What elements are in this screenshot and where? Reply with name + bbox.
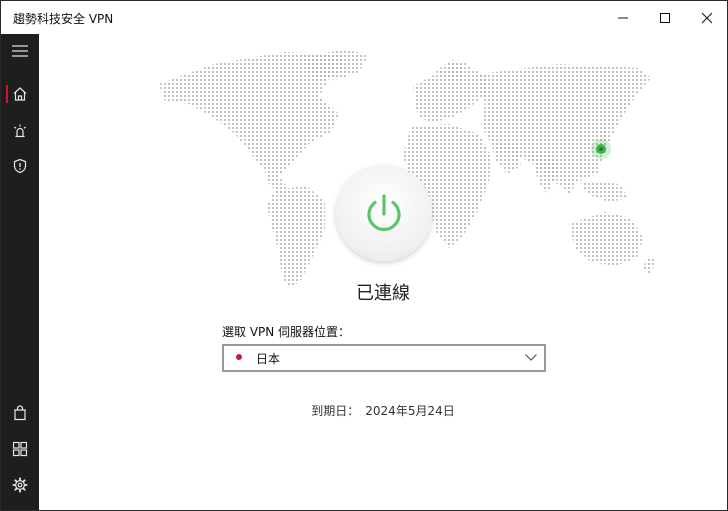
hamburger-menu-icon — [12, 45, 28, 57]
server-status-dot — [236, 354, 242, 360]
minimize-button[interactable] — [600, 1, 646, 34]
sidebar-item-store[interactable] — [1, 398, 39, 428]
grid-icon — [12, 441, 28, 457]
sidebar-item-home[interactable] — [1, 79, 39, 109]
sidebar-item-menu[interactable] — [1, 36, 39, 66]
sidebar-item-settings[interactable] — [1, 470, 39, 500]
expiry-label: 到期日： — [311, 404, 360, 418]
connection-status: 已連線 — [356, 283, 410, 304]
main-panel: 已連線 選取 VPN 伺服器位置： 日本 到期日： 2024年5月24日 — [39, 34, 727, 510]
close-button[interactable] — [684, 1, 728, 34]
power-icon — [367, 194, 401, 232]
gear-icon — [12, 477, 28, 493]
sidebar — [1, 34, 39, 510]
shopping-bag-icon — [14, 405, 26, 421]
shield-icon — [13, 158, 27, 174]
power-connect-button[interactable] — [336, 165, 432, 261]
maximize-icon — [660, 12, 670, 23]
title-bar: 趨勢科技安全 VPN — [1, 1, 727, 34]
server-location-value: 日本 — [256, 352, 281, 366]
sidebar-item-security[interactable] — [1, 151, 39, 181]
expiry-info: 到期日： 2024年5月24日 — [39, 402, 727, 419]
maximize-button[interactable] — [642, 1, 688, 34]
app-title: 趨勢科技安全 VPN — [13, 12, 114, 26]
minimize-icon — [618, 17, 628, 18]
vpn-app-window: 趨勢科技安全 VPN 已連線 選取 VPN 伺服器位置： 日本 到期日： 202… — [0, 0, 728, 511]
server-select-label: 選取 VPN 伺服器位置： — [222, 325, 351, 339]
sidebar-item-alerts[interactable] — [1, 116, 39, 146]
alert-siren-icon — [14, 124, 26, 138]
chevron-down-icon — [525, 354, 537, 361]
sidebar-item-apps[interactable] — [1, 434, 39, 464]
server-location-dropdown[interactable]: 日本 — [222, 344, 546, 372]
close-icon — [701, 12, 713, 23]
home-icon — [13, 87, 27, 101]
expiry-date: 2024年5月24日 — [365, 404, 455, 418]
